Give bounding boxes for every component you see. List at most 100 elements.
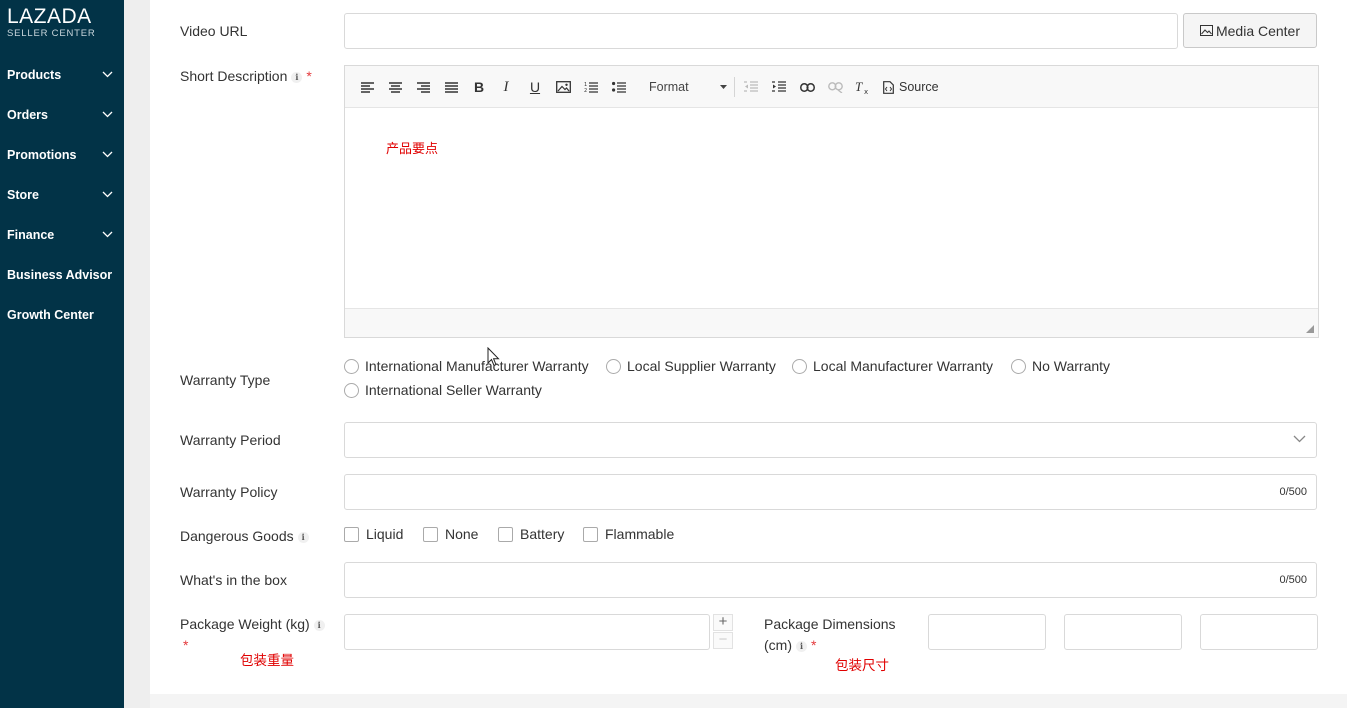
- radio-label: International Manufacturer Warranty: [365, 358, 589, 374]
- dangerous-goods-text: Dangerous Goods: [180, 528, 294, 544]
- underline-icon[interactable]: U: [525, 77, 545, 97]
- source-button[interactable]: Source: [883, 77, 939, 97]
- radio-local-manufacturer-warranty[interactable]: Local Manufacturer Warranty: [792, 358, 993, 374]
- warranty-period-select[interactable]: [344, 422, 1317, 458]
- increment-button[interactable]: +: [713, 614, 733, 631]
- sidebar-item-products[interactable]: Products: [0, 60, 124, 90]
- logo-wordmark: LAZADA: [7, 5, 92, 28]
- radio-label: Local Supplier Warranty: [627, 358, 776, 374]
- radio-international-manufacturer-warranty[interactable]: International Manufacturer Warranty: [344, 358, 589, 374]
- editor-content-area[interactable]: 产品要点: [345, 108, 1318, 308]
- caret-down-icon: [720, 85, 727, 89]
- align-left-icon[interactable]: [357, 77, 377, 97]
- sidebar: LAZADA SELLER CENTER Products Orders Pro…: [0, 0, 124, 708]
- sidebar-item-growth-center[interactable]: Growth Center: [0, 300, 124, 330]
- package-dimensions-unit-text: (cm): [764, 637, 792, 653]
- resize-handle[interactable]: [1306, 325, 1314, 333]
- package-weight-required: *: [180, 637, 188, 653]
- info-icon[interactable]: i: [796, 641, 807, 652]
- sidebar-item-business-advisor[interactable]: Business Advisor: [0, 260, 124, 290]
- rich-text-editor: B I U 12 Format T x Source 产品要点: [344, 65, 1319, 338]
- lazada-logo[interactable]: LAZADA SELLER CENTER: [7, 6, 96, 40]
- short-description-text: Short Description: [180, 68, 288, 84]
- required-mark: *: [306, 68, 312, 84]
- checkbox-liquid[interactable]: Liquid: [344, 526, 403, 542]
- radio-circle: [344, 358, 359, 374]
- radio-circle: [344, 382, 359, 398]
- info-icon[interactable]: i: [297, 532, 309, 543]
- chevron-down-icon: [102, 71, 113, 78]
- bulleted-list-icon[interactable]: [609, 77, 629, 97]
- package-dimensions-unit: (cm) i *: [764, 637, 816, 653]
- outdent-icon[interactable]: [741, 77, 761, 97]
- svg-text:T: T: [855, 80, 863, 94]
- checkbox-none[interactable]: None: [423, 526, 478, 542]
- package-dimensions-note: 包装尺寸: [835, 658, 889, 673]
- checkbox-label: None: [445, 526, 479, 542]
- sidebar-item-label: Finance: [7, 228, 55, 242]
- package-weight-input[interactable]: [344, 614, 710, 650]
- unlink-icon[interactable]: [825, 77, 845, 97]
- radio-local-supplier-warranty[interactable]: Local Supplier Warranty: [606, 358, 776, 374]
- editor-content-text: 产品要点: [386, 141, 439, 156]
- checkbox-battery[interactable]: Battery: [498, 526, 564, 542]
- whats-in-box-input[interactable]: 0/500: [344, 562, 1317, 598]
- toolbar-separator: [734, 77, 735, 97]
- source-icon: [883, 80, 894, 94]
- chevron-down-icon: [1293, 435, 1306, 443]
- radio-circle: [1011, 358, 1026, 374]
- bold-icon[interactable]: B: [469, 77, 489, 97]
- chevron-down-icon: [102, 111, 113, 118]
- sidebar-item-store[interactable]: Store: [0, 180, 124, 210]
- align-right-icon[interactable]: [413, 77, 433, 97]
- required-mark: *: [183, 637, 189, 653]
- checkbox-flammable[interactable]: Flammable: [583, 526, 674, 542]
- sidebar-item-promotions[interactable]: Promotions: [0, 140, 124, 170]
- checkbox-box: [344, 526, 359, 542]
- radio-no-warranty[interactable]: No Warranty: [1011, 358, 1110, 374]
- package-weight-text: Package Weight (kg): [180, 616, 310, 632]
- warranty-policy-input[interactable]: 0/500: [344, 474, 1317, 510]
- package-height-input[interactable]: [1200, 614, 1318, 650]
- checkbox-label: Liquid: [366, 526, 404, 542]
- image-icon: [1199, 25, 1213, 36]
- whats-in-box-label: What's in the box: [180, 572, 287, 588]
- sidebar-item-orders[interactable]: Orders: [0, 100, 124, 130]
- align-justify-icon[interactable]: [441, 77, 461, 97]
- checkbox-box: [423, 526, 438, 542]
- media-center-button[interactable]: Media Center: [1183, 13, 1317, 48]
- indent-icon[interactable]: [769, 77, 789, 97]
- warranty-period-label: Warranty Period: [180, 432, 281, 448]
- link-icon[interactable]: [797, 77, 817, 97]
- source-label: Source: [899, 80, 939, 94]
- checkbox-box: [583, 526, 598, 542]
- chevron-down-icon: [102, 191, 113, 198]
- info-icon[interactable]: i: [313, 620, 325, 631]
- package-dimensions-label: Package Dimensions: [764, 616, 896, 632]
- italic-icon[interactable]: I: [496, 77, 516, 97]
- video-url-label: Video URL: [180, 23, 248, 39]
- video-url-input[interactable]: [344, 13, 1178, 49]
- sidebar-item-finance[interactable]: Finance: [0, 220, 124, 250]
- char-counter: 0/500: [1279, 486, 1307, 498]
- chevron-down-icon: [102, 151, 113, 158]
- radio-label: Local Manufacturer Warranty: [813, 358, 993, 374]
- svg-text:2: 2: [584, 88, 587, 93]
- checkbox-label: Battery: [520, 526, 565, 542]
- image-icon[interactable]: [553, 77, 573, 97]
- radio-circle: [792, 358, 807, 374]
- align-center-icon[interactable]: [385, 77, 405, 97]
- radio-circle: [606, 358, 621, 374]
- editor-statusbar: [345, 308, 1318, 337]
- package-length-input[interactable]: [928, 614, 1046, 650]
- format-dropdown[interactable]: Format: [649, 77, 727, 97]
- package-weight-note: 包装重量: [240, 653, 294, 668]
- radio-international-seller-warranty[interactable]: International Seller Warranty: [344, 382, 542, 398]
- clear-format-icon[interactable]: Tx: [853, 77, 873, 97]
- required-mark: *: [811, 637, 817, 653]
- numbered-list-icon[interactable]: 12: [581, 77, 601, 97]
- quantity-stepper: + −: [713, 614, 733, 650]
- info-icon[interactable]: i: [291, 72, 303, 83]
- decrement-button[interactable]: −: [713, 632, 733, 649]
- package-width-input[interactable]: [1064, 614, 1182, 650]
